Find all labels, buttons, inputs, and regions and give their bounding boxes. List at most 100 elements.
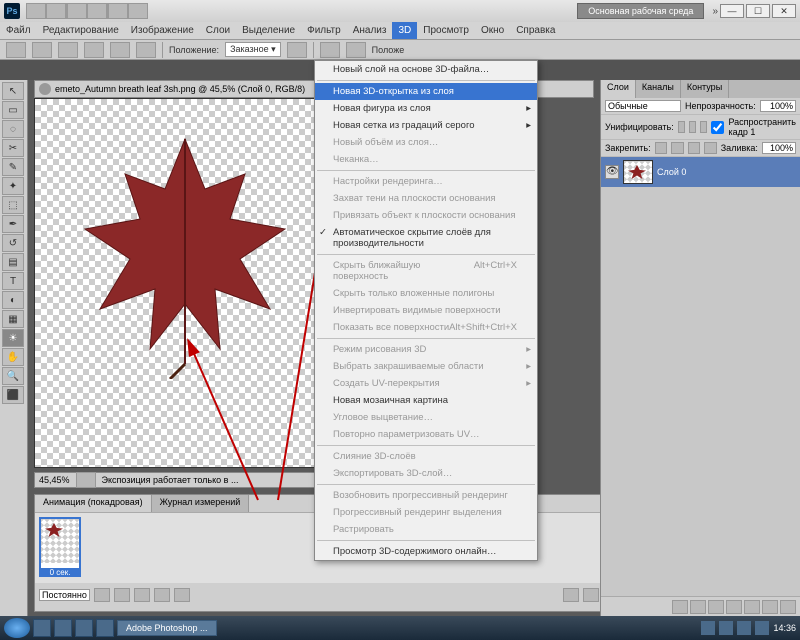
- start-button[interactable]: [4, 618, 30, 638]
- unify-pos-icon[interactable]: [678, 121, 685, 133]
- tool-home-icon[interactable]: [32, 42, 52, 58]
- tab-animation[interactable]: Анимация (покадровая): [35, 495, 152, 512]
- gallery-icon[interactable]: [96, 619, 114, 637]
- menu-выделение[interactable]: Выделение: [236, 22, 301, 39]
- lock-image-icon[interactable]: [671, 142, 684, 154]
- tool-icon-3[interactable]: [110, 42, 130, 58]
- maximize-button[interactable]: ☐: [746, 4, 770, 18]
- tool-13[interactable]: ☀: [2, 329, 24, 347]
- clock[interactable]: 14:36: [773, 623, 796, 633]
- mini-bridge-icon[interactable]: [46, 3, 66, 19]
- tool-9[interactable]: ▤: [2, 253, 24, 271]
- tween-button[interactable]: [563, 588, 579, 602]
- view-extras-icon[interactable]: [67, 3, 87, 19]
- tool-preset-icon[interactable]: [6, 42, 26, 58]
- screen-mode-icon[interactable]: [128, 3, 148, 19]
- unify-vis-icon[interactable]: [689, 121, 696, 133]
- zoom-level-icon[interactable]: [87, 3, 107, 19]
- tool-8[interactable]: ↺: [2, 234, 24, 252]
- tool-icon-2[interactable]: [84, 42, 104, 58]
- position-preset[interactable]: Заказное ▾: [225, 42, 281, 57]
- fx-icon[interactable]: [690, 600, 706, 614]
- minimize-button[interactable]: —: [720, 4, 744, 18]
- status-icon[interactable]: [76, 472, 96, 488]
- explorer-icon[interactable]: [33, 619, 51, 637]
- menu-3d[interactable]: 3D: [392, 22, 417, 39]
- tray-icon-2[interactable]: [719, 621, 733, 635]
- opt-icon-2[interactable]: [320, 42, 340, 58]
- menu-просмотр[interactable]: Просмотр: [417, 22, 475, 39]
- tab-paths[interactable]: Контуры: [681, 80, 729, 98]
- tool-14[interactable]: ✋: [2, 348, 24, 366]
- tool-10[interactable]: T: [2, 272, 24, 290]
- fill-input[interactable]: 100%: [762, 142, 796, 154]
- tool-0[interactable]: ↖: [2, 82, 24, 100]
- play-button[interactable]: [134, 588, 150, 602]
- tool-11[interactable]: ◐: [2, 291, 24, 309]
- tool-4[interactable]: ✎: [2, 158, 24, 176]
- opt-icon-3[interactable]: [346, 42, 366, 58]
- layer-name[interactable]: Слой 0: [657, 167, 686, 177]
- link-layers-icon[interactable]: [672, 600, 688, 614]
- menu-слои[interactable]: Слои: [200, 22, 236, 39]
- frame-duration[interactable]: 0 сек.: [41, 568, 79, 577]
- adjustment-icon[interactable]: [726, 600, 742, 614]
- expand-icon[interactable]: »: [712, 6, 718, 17]
- eye-icon[interactable]: 👁: [605, 165, 619, 179]
- loop-select[interactable]: Постоянно: [39, 589, 90, 601]
- tool-icon-4[interactable]: [136, 42, 156, 58]
- opt-icon[interactable]: [287, 42, 307, 58]
- lock-trans-icon[interactable]: [655, 142, 668, 154]
- menu-item[interactable]: Просмотр 3D-содержимого онлайн…: [315, 543, 537, 560]
- anim-frame-1[interactable]: 0 сек.: [39, 517, 81, 577]
- lock-all-icon[interactable]: [704, 142, 717, 154]
- close-button[interactable]: ✕: [772, 4, 796, 18]
- layer-row[interactable]: 👁 Слой 0: [601, 157, 800, 187]
- tool-2[interactable]: ◌: [2, 120, 24, 138]
- taskbar-app-photoshop[interactable]: Adobe Photoshop ...: [117, 620, 217, 636]
- first-frame-button[interactable]: [94, 588, 110, 602]
- tool-16[interactable]: ⬛: [2, 386, 24, 404]
- tool-icon[interactable]: [58, 42, 78, 58]
- last-frame-button[interactable]: [174, 588, 190, 602]
- opacity-input[interactable]: 100%: [760, 100, 796, 112]
- blend-mode-select[interactable]: Обычные: [605, 100, 681, 112]
- window-switcher-icon[interactable]: [54, 619, 72, 637]
- group-icon[interactable]: [744, 600, 760, 614]
- menu-item[interactable]: Новый слой на основе 3D-файла…: [315, 61, 537, 78]
- menu-справка[interactable]: Справка: [510, 22, 561, 39]
- tool-3[interactable]: ✂: [2, 139, 24, 157]
- lock-pos-icon[interactable]: [688, 142, 701, 154]
- tool-12[interactable]: ▦: [2, 310, 24, 328]
- menu-фильтр[interactable]: Фильтр: [301, 22, 347, 39]
- menu-файл[interactable]: Файл: [0, 22, 37, 39]
- tool-6[interactable]: ⬚: [2, 196, 24, 214]
- tray-icon-3[interactable]: [737, 621, 751, 635]
- volume-icon[interactable]: [755, 621, 769, 635]
- menu-изображение[interactable]: Изображение: [125, 22, 200, 39]
- mask-icon[interactable]: [708, 600, 724, 614]
- arrange-docs-icon[interactable]: [108, 3, 128, 19]
- menu-item[interactable]: Автоматическое скрытие слоёв для произво…: [315, 224, 537, 252]
- menu-item[interactable]: Новая сетка из градаций серого: [315, 117, 537, 134]
- bridge-icon[interactable]: [26, 3, 46, 19]
- unify-style-icon[interactable]: [700, 121, 707, 133]
- tab-layers[interactable]: Слои: [601, 80, 636, 98]
- workspace-switcher[interactable]: Основная рабочая среда: [577, 3, 704, 19]
- menu-item[interactable]: Новая фигура из слоя: [315, 100, 537, 117]
- menu-item[interactable]: Новая 3D-открытка из слоя: [315, 83, 537, 100]
- doc-close-icon[interactable]: [39, 83, 51, 95]
- tool-1[interactable]: ▭: [2, 101, 24, 119]
- menu-item[interactable]: Новая мозаичная картина: [315, 392, 537, 409]
- menu-редактирование[interactable]: Редактирование: [37, 22, 125, 39]
- new-layer-icon[interactable]: [762, 600, 778, 614]
- propagate-checkbox[interactable]: [711, 121, 724, 134]
- tool-7[interactable]: ✒: [2, 215, 24, 233]
- tool-15[interactable]: 🔍: [2, 367, 24, 385]
- trash-icon[interactable]: [780, 600, 796, 614]
- menu-анализ[interactable]: Анализ: [347, 22, 393, 39]
- tray-icon[interactable]: [701, 621, 715, 635]
- layer-thumb[interactable]: [623, 160, 653, 184]
- tab-measure-log[interactable]: Журнал измерений: [152, 495, 250, 512]
- tool-5[interactable]: ✦: [2, 177, 24, 195]
